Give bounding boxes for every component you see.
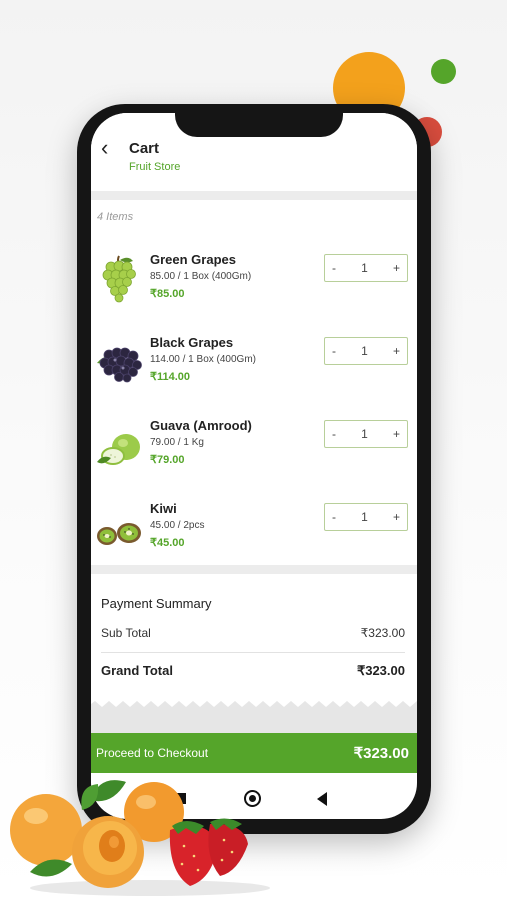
green-grapes-icon: [102, 255, 136, 303]
payment-summary-title: Payment Summary: [101, 596, 212, 611]
grand-total-label: Grand Total: [101, 663, 173, 678]
increase-button[interactable]: +: [393, 344, 400, 358]
increase-button[interactable]: +: [393, 427, 400, 441]
items-count: 4 Items: [97, 211, 134, 223]
quantity-value: 1: [361, 510, 368, 524]
decor-green-circle: [431, 59, 456, 84]
item-name: Guava (Amrood): [150, 418, 252, 433]
item-unit-price: 85.00 / 1 Box (400Gm): [150, 271, 252, 282]
subtotal-value: ₹323.00: [360, 626, 405, 640]
back-nav-icon[interactable]: [317, 792, 327, 806]
item-price: ₹85.00: [150, 288, 185, 300]
page-title: Cart: [129, 140, 160, 157]
guava-icon: [97, 434, 140, 465]
divider: [91, 191, 417, 200]
checkout-amount: ₹323.00: [353, 745, 409, 762]
phone-screen: ‹ Cart Fruit Store 4 Items Green Grapes …: [91, 113, 417, 819]
increase-button[interactable]: +: [393, 261, 400, 275]
item-unit-price: 79.00 / 1 Kg: [150, 437, 204, 448]
item-price: ₹114.00: [150, 371, 191, 383]
phone-notch: [175, 104, 343, 137]
back-arrow-icon[interactable]: ‹: [101, 137, 108, 159]
item-price: ₹45.00: [150, 537, 185, 549]
divider: [91, 565, 417, 574]
decrease-button[interactable]: -: [332, 510, 336, 524]
receipt-zigzag-edge: [91, 693, 417, 733]
grand-total-value: ₹323.00: [356, 663, 405, 678]
decor-fruits-illustration: [10, 780, 270, 896]
item-name: Kiwi: [150, 501, 177, 516]
kiwi-icon: [97, 523, 141, 545]
cart-item-green-grapes: Green Grapes 85.00 / 1 Box (400Gm) ₹85.0…: [91, 248, 417, 328]
store-name: Fruit Store: [129, 161, 181, 173]
quantity-stepper: - 1 +: [324, 254, 408, 282]
item-price: ₹79.00: [150, 454, 185, 466]
cart-item-black-grapes: Black Grapes 114.00 / 1 Box (400Gm) ₹114…: [91, 331, 417, 411]
quantity-value: 1: [361, 427, 368, 441]
checkout-label: Proceed to Checkout: [96, 746, 209, 760]
black-grapes-icon: [97, 347, 142, 383]
quantity-stepper: - 1 +: [324, 503, 408, 531]
decrease-button[interactable]: -: [332, 261, 336, 275]
decrease-button[interactable]: -: [332, 344, 336, 358]
quantity-value: 1: [361, 261, 368, 275]
quantity-value: 1: [361, 344, 368, 358]
item-name: Green Grapes: [150, 252, 236, 267]
quantity-stepper: - 1 +: [324, 420, 408, 448]
decrease-button[interactable]: -: [332, 427, 336, 441]
quantity-stepper: - 1 +: [324, 337, 408, 365]
subtotal-label: Sub Total: [101, 626, 151, 640]
cart-item-guava: Guava (Amrood) 79.00 / 1 Kg ₹79.00 - 1 +: [91, 414, 417, 494]
increase-button[interactable]: +: [393, 510, 400, 524]
divider: [101, 652, 405, 653]
item-name: Black Grapes: [150, 335, 234, 350]
item-unit-price: 114.00 / 1 Box (400Gm): [150, 354, 256, 365]
item-unit-price: 45.00 / 2pcs: [150, 520, 205, 531]
